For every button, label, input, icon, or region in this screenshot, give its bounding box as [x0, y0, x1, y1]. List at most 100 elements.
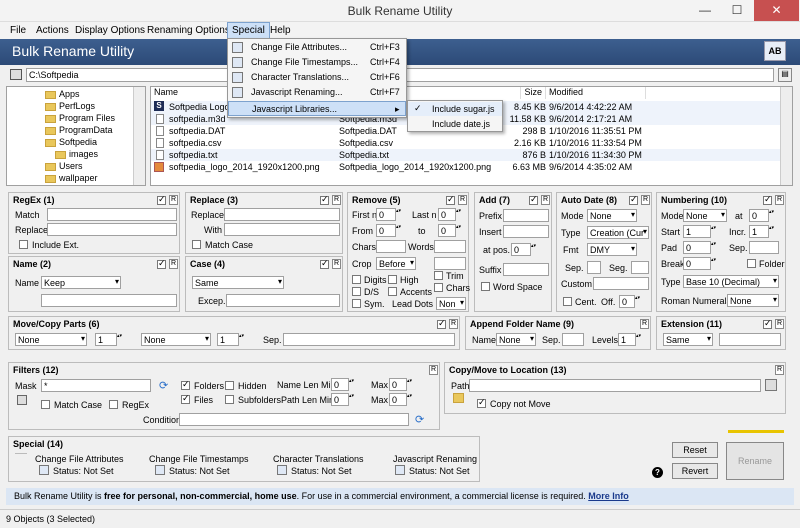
tree-item[interactable]: Program Files [59, 113, 115, 123]
auto-date-reset-button[interactable]: R [641, 195, 650, 205]
path-len-max-spinner[interactable]: 0 [389, 393, 417, 406]
menu-special[interactable]: Special [227, 22, 270, 39]
special-timestamps-label[interactable]: Change File Timestamps [149, 454, 249, 464]
special-translations-label[interactable]: Character Translations [273, 454, 364, 464]
menu-renaming-options[interactable]: Renaming Options [147, 25, 230, 36]
special-javascript-label[interactable]: Javascript Renaming [393, 454, 477, 464]
case-reset-button[interactable]: R [332, 259, 341, 269]
subfolders-checkbox[interactable] [225, 395, 234, 404]
cent-checkbox[interactable] [563, 297, 572, 306]
rename-button[interactable]: Rename [726, 442, 784, 480]
tree-item[interactable]: ProgramData [59, 125, 113, 135]
move-copy-enable-checkbox[interactable] [437, 318, 446, 329]
remove-reset-button[interactable]: R [458, 195, 467, 205]
menu-item-javascript-renaming[interactable]: Javascript Renaming... Ctrl+F7 [228, 85, 406, 100]
crop-select[interactable]: Before [376, 257, 416, 270]
auto-date-sep-input[interactable] [587, 261, 601, 274]
first-n-spinner[interactable]: 0 [376, 208, 406, 221]
move-copy-sep-input[interactable] [283, 333, 455, 346]
name-len-max-spinner[interactable]: 0 [389, 378, 417, 391]
mask-input[interactable]: * [41, 379, 151, 392]
tree-item[interactable]: Users [59, 161, 83, 171]
tree-item[interactable]: PerfLogs [59, 101, 95, 111]
replace-match-case-checkbox[interactable] [192, 240, 201, 249]
sym-checkbox[interactable] [352, 299, 361, 308]
move-copy-reset-button[interactable]: R [449, 319, 458, 329]
filters-regex-checkbox[interactable] [109, 400, 118, 409]
high-checkbox[interactable] [388, 275, 397, 284]
crop-input[interactable] [434, 257, 466, 270]
regex-reset-button[interactable]: R [169, 195, 178, 205]
numbering-incr-spinner[interactable]: 1 [749, 225, 779, 238]
condition-refresh-icon[interactable]: ⟳ [415, 413, 424, 426]
menu-help[interactable]: Help [270, 25, 291, 36]
include-ext-checkbox[interactable] [19, 240, 28, 249]
refresh-icon[interactable]: ⟳ [159, 379, 168, 392]
accents-checkbox[interactable] [388, 287, 397, 296]
col-modified[interactable]: Modified [546, 87, 646, 99]
words-input[interactable] [434, 240, 466, 253]
auto-date-enable-checkbox[interactable] [629, 194, 638, 205]
auto-date-seg-input[interactable] [631, 261, 649, 274]
remove-enable-checkbox[interactable] [446, 194, 455, 205]
chars-input[interactable] [376, 240, 406, 253]
numbering-enable-checkbox[interactable] [763, 194, 772, 205]
submenu-item-sugar[interactable]: ✓ Include sugar.js [408, 102, 502, 116]
menu-file[interactable]: File [10, 25, 26, 36]
tree-item[interactable]: wallpaper [59, 173, 98, 183]
digits-checkbox[interactable] [352, 275, 361, 284]
path-len-min-spinner[interactable]: 0 [331, 393, 359, 406]
auto-date-fmt-select[interactable]: DMY [587, 243, 637, 256]
to-spinner[interactable]: 0 [438, 224, 466, 237]
case-excep-input[interactable] [226, 294, 340, 307]
word-space-checkbox[interactable] [481, 282, 490, 291]
at-pos-spinner[interactable]: 0 [511, 243, 541, 256]
add-enable-checkbox[interactable] [529, 194, 538, 205]
submenu-item-date[interactable]: Include date.js [408, 117, 502, 131]
copy-move-reset-button[interactable]: R [775, 365, 784, 375]
suffix-input[interactable] [503, 263, 549, 276]
case-select[interactable]: Same [192, 276, 284, 289]
tree-item[interactable]: images [69, 149, 98, 159]
numbering-type-select[interactable]: Base 10 (Decimal) [683, 275, 779, 288]
extension-reset-button[interactable]: R [775, 319, 784, 329]
append-sep-input[interactable] [562, 333, 584, 346]
from-spinner[interactable]: 0 [376, 224, 406, 237]
condition-input[interactable] [179, 413, 409, 426]
auto-date-custom-input[interactable] [593, 277, 649, 290]
replace-input[interactable] [224, 208, 340, 221]
move-copy-spinner-2[interactable]: 1 [217, 333, 249, 346]
move-copy-select-1[interactable]: None [15, 333, 87, 346]
folder-checkbox[interactable] [747, 259, 756, 268]
tree-scrollbar[interactable] [133, 87, 145, 185]
numbering-sep-input[interactable] [749, 241, 779, 254]
menu-actions[interactable]: Actions [36, 25, 69, 36]
filters-reset-button[interactable]: R [429, 365, 438, 375]
regex-match-input[interactable] [47, 208, 177, 221]
numbering-pad-spinner[interactable]: 0 [683, 241, 721, 254]
name-enable-checkbox[interactable] [157, 258, 166, 269]
numbering-start-spinner[interactable]: 1 [683, 225, 721, 238]
numbering-at-spinner[interactable]: 0 [749, 209, 779, 222]
ds-checkbox[interactable] [352, 287, 361, 296]
name-input[interactable] [41, 294, 177, 307]
lead-dots-select[interactable]: Non [436, 297, 466, 310]
append-levels-spinner[interactable]: 1 [618, 333, 646, 346]
reset-button[interactable]: Reset [672, 442, 718, 458]
name-reset-button[interactable]: R [169, 259, 178, 269]
regex-replace-input[interactable] [47, 223, 177, 236]
files-checkbox[interactable] [181, 393, 190, 404]
last-n-spinner[interactable]: 0 [438, 208, 466, 221]
append-folder-reset-button[interactable]: R [640, 319, 649, 329]
extension-enable-checkbox[interactable] [763, 318, 772, 329]
menu-item-javascript-libraries[interactable]: Javascript Libraries... ▸ [228, 101, 406, 116]
folders-checkbox[interactable] [181, 379, 190, 390]
roman-numerals-select[interactable]: None [727, 294, 779, 307]
replace-reset-button[interactable]: R [332, 195, 341, 205]
hidden-checkbox[interactable] [225, 381, 234, 390]
menu-item-change-attributes[interactable]: Change File Attributes... Ctrl+F3 [228, 40, 406, 55]
help-icon[interactable]: ? [652, 467, 663, 478]
numbering-reset-button[interactable]: R [775, 195, 784, 205]
numbering-mode-select[interactable]: None [683, 209, 727, 222]
folder-tree[interactable]: Apps PerfLogs Program Files ProgramData … [6, 86, 146, 186]
